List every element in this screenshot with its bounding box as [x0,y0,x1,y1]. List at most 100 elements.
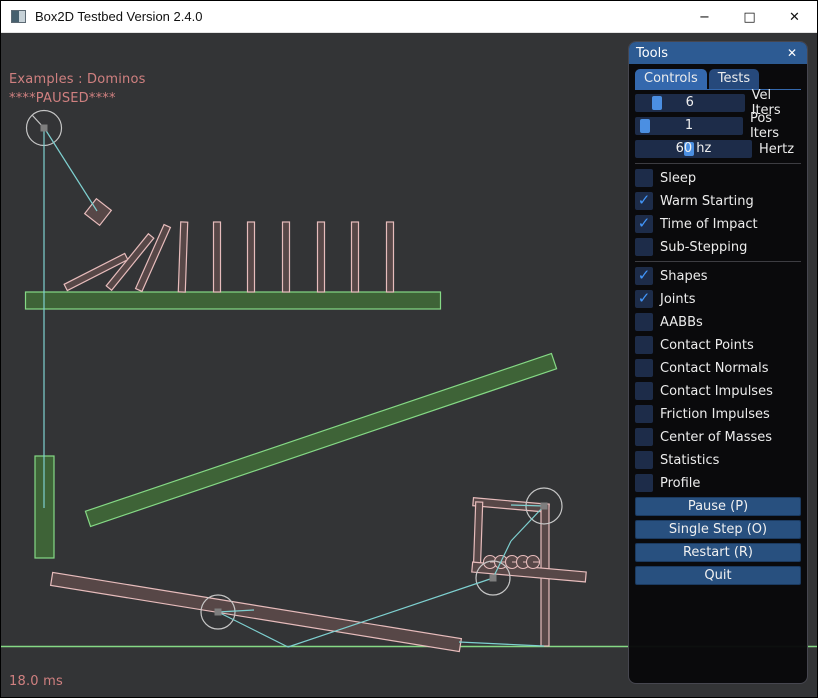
check-row-shapes: ✓ Shapes [635,267,801,285]
pendulum-box-body [85,199,112,226]
joint-anchor [215,609,222,616]
contact-normals-checkbox[interactable] [635,359,653,377]
joints-label: Joints [660,292,696,307]
domino-3-body [248,222,255,292]
pos-iters-label: Pos Iters [750,111,801,141]
checkmark-icon: ✓ [638,268,651,283]
slider-row-hertz: 60 hz Hertz [635,140,801,158]
sleep-checkbox[interactable] [635,169,653,187]
pos-iters-value: 1 [635,117,743,135]
aabbs-checkbox[interactable] [635,313,653,331]
time-of-impact-label: Time of Impact [660,217,758,232]
button-group: Pause (P) Single Step (O) Restart (R) Quit [635,497,801,585]
contact-points-checkbox[interactable] [635,336,653,354]
quit-button[interactable]: Quit [635,566,801,585]
window-title: Box2D Testbed Version 2.4.0 [35,9,202,24]
warm-starting-checkbox[interactable]: ✓ [635,192,653,210]
example-title: Examples : Dominos [9,72,146,87]
pause-button[interactable]: Pause (P) [635,497,801,516]
domino-5-body [318,222,325,292]
paused-banner: ****PAUSED**** [9,91,116,106]
contact-impulses-label: Contact Impulses [660,384,773,399]
fallen-domino-3-body [136,225,171,292]
contact-impulses-checkbox[interactable] [635,382,653,400]
profile-label: Profile [660,476,700,491]
app-icon [11,10,26,23]
joints-checkbox[interactable]: ✓ [635,290,653,308]
check-row-sub-stepping: Sub-Stepping [635,238,801,256]
center-of-masses-label: Center of Masses [660,430,772,445]
sim-toggle-group: Sleep ✓ Warm Starting ✓ Time of Impact Sub-St… [635,169,801,256]
hertz-value: 60 hz [635,140,752,158]
check-row-warm-starting: ✓ Warm Starting [635,192,801,210]
check-row-contact-points: Contact Points [635,336,801,354]
joint-line [459,642,544,646]
check-row-friction-impulses: Friction Impulses [635,405,801,423]
profile-checkbox[interactable] [635,474,653,492]
check-row-contact-impulses: Contact Impulses [635,382,801,400]
check-row-aabbs: AABBs [635,313,801,331]
domino-7-body [387,222,394,292]
joint-anchor [41,125,48,132]
separator [635,163,801,164]
contact-points-label: Contact Points [660,338,754,353]
domino-2-body [214,222,221,292]
check-row-time-of-impact: ✓ Time of Impact [635,215,801,233]
domino-shelf-body [26,292,441,309]
hertz-slider[interactable]: 60 hz [635,140,752,158]
hertz-label: Hertz [759,142,794,157]
aabbs-label: AABBs [660,315,703,330]
minimize-icon[interactable]: − [682,1,727,33]
slider-group: 6Vel Iters1Pos Iters60 hzHertz [635,94,801,158]
time-of-impact-checkbox[interactable]: ✓ [635,215,653,233]
close-icon[interactable]: ✕ [772,1,817,33]
warm-starting-label: Warm Starting [660,194,754,209]
tools-panel-body: ControlsTests 6Vel Iters1Pos Iters60 hzH… [629,64,807,585]
seesaw-plank-body [51,572,462,651]
center-of-masses-checkbox[interactable] [635,428,653,446]
joint-anchor [541,503,548,510]
tools-close-icon[interactable]: ✕ [784,45,800,61]
statistics-checkbox[interactable] [635,451,653,469]
contact-normals-label: Contact Normals [660,361,769,376]
shapes-label: Shapes [660,269,707,284]
check-row-statistics: Statistics [635,451,801,469]
tab-bar: ControlsTests [635,69,801,90]
check-row-joints: ✓ Joints [635,290,801,308]
vel-iters-value: 6 [635,94,745,112]
window-controls: − □ ✕ [682,1,817,33]
pos-iters-slider[interactable]: 1 [635,117,743,135]
sleep-label: Sleep [660,171,696,186]
sub-stepping-label: Sub-Stepping [660,240,747,255]
domino-4-body [283,222,290,292]
restart-button[interactable]: Restart (R) [635,543,801,562]
os-titlebar[interactable]: Box2D Testbed Version 2.4.0 − □ ✕ [1,1,817,33]
tools-panel-title: Tools [636,46,784,61]
domino-1-body [178,222,187,292]
friction-impulses-checkbox[interactable] [635,405,653,423]
cage-left-leg-body [473,502,482,572]
vel-iters-slider[interactable]: 6 [635,94,745,112]
tools-panel-titlebar[interactable]: Tools ✕ [629,42,807,64]
check-row-center-of-masses: Center of Masses [635,428,801,446]
separator [635,261,801,262]
shapes-checkbox[interactable]: ✓ [635,267,653,285]
tab-tests[interactable]: Tests [709,69,759,89]
check-row-contact-normals: Contact Normals [635,359,801,377]
checkmark-icon: ✓ [638,193,651,208]
maximize-icon[interactable]: □ [727,1,772,33]
domino-6-body [352,222,359,292]
single-step-button[interactable]: Single Step (O) [635,520,801,539]
friction-impulses-label: Friction Impulses [660,407,770,422]
joint-anchor [490,575,497,582]
frame-time-label: 18.0 ms [9,674,63,689]
app-window: Box2D Testbed Version 2.4.0 − □ ✕ Exampl… [0,0,818,698]
checkmark-icon: ✓ [638,216,651,231]
check-row-sleep: Sleep [635,169,801,187]
tab-controls[interactable]: Controls [635,69,707,89]
slider-row-vel-iters: 6Vel Iters [635,94,801,112]
sub-stepping-checkbox[interactable] [635,238,653,256]
slider-row-pos-iters: 1Pos Iters [635,117,801,135]
statistics-label: Statistics [660,453,719,468]
checkmark-icon: ✓ [638,291,651,306]
